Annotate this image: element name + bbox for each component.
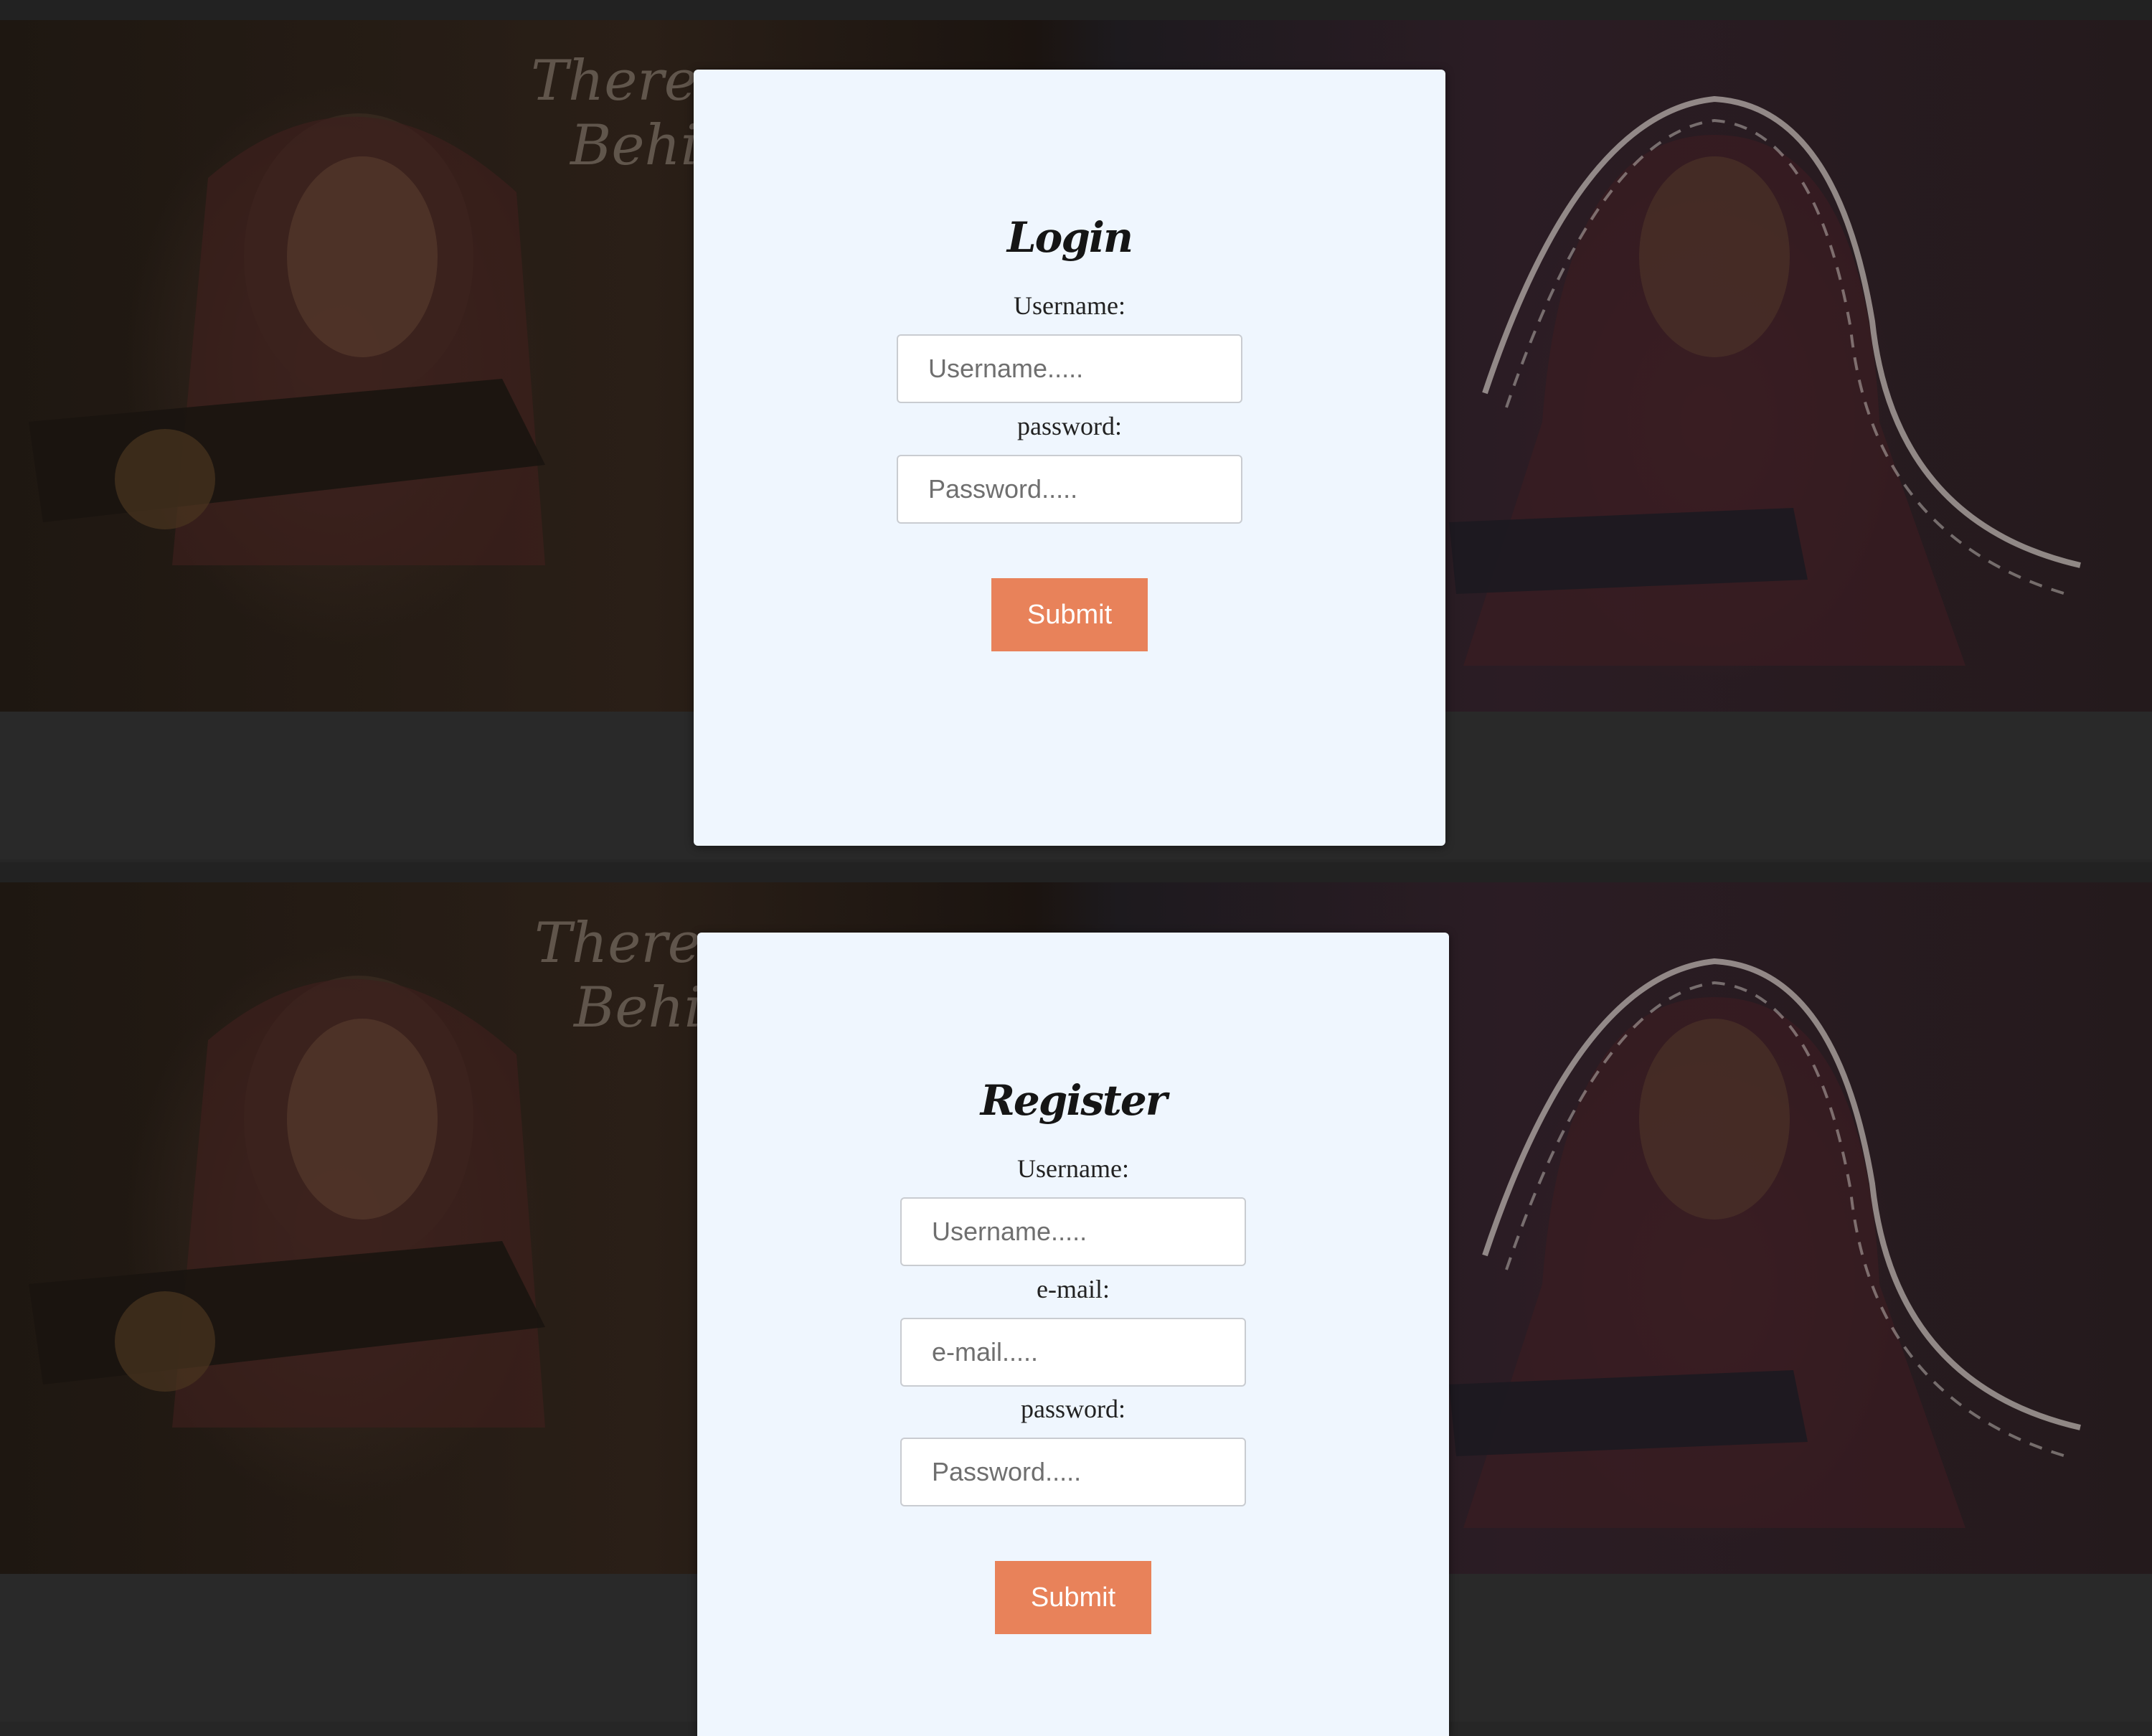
register-password-input[interactable] <box>900 1438 1246 1506</box>
hero-caption-line-2: Behi <box>574 976 702 1040</box>
hero-caption-line-1: There <box>531 49 697 113</box>
register-email-input[interactable] <box>900 1318 1246 1387</box>
login-title: Login <box>1006 213 1133 262</box>
login-password-input[interactable] <box>897 455 1242 524</box>
hero-caption-line-1: There <box>534 911 701 976</box>
top-bar <box>0 0 2152 20</box>
top-bar <box>0 862 2152 882</box>
register-username-input[interactable] <box>900 1197 1246 1266</box>
register-password-label: password: <box>1021 1395 1125 1423</box>
login-password-label: password: <box>1017 412 1122 440</box>
hero-caption: There Behi <box>531 49 699 178</box>
register-submit-button[interactable]: Submit <box>995 1561 1151 1634</box>
register-title: Register <box>980 1076 1168 1125</box>
hero-caption-line-2: Behi <box>570 113 699 178</box>
register-form-card: Register Username: e-mail: password: Sub… <box>697 933 1449 1736</box>
login-form-card: Login Username: password: Submit <box>694 70 1445 846</box>
register-username-label: Username: <box>1017 1154 1129 1183</box>
login-submit-button[interactable]: Submit <box>991 578 1148 651</box>
hero-caption: There Behi <box>534 911 702 1040</box>
login-username-label: Username: <box>1014 291 1125 320</box>
login-section: There Behi Login Username: password: Sub… <box>0 0 2152 859</box>
login-username-input[interactable] <box>897 334 1242 403</box>
register-email-label: e-mail: <box>1037 1275 1110 1303</box>
